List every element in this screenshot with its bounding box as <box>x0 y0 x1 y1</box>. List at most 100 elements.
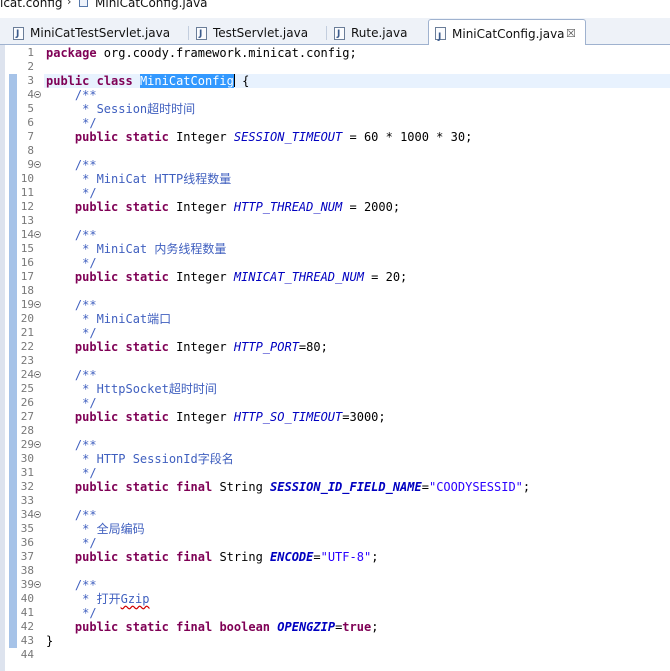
keyword: final <box>176 480 213 494</box>
code-line[interactable]: 42 public static final boolean OPENGZIP=… <box>0 620 670 634</box>
line-number: 39 <box>20 578 34 591</box>
code-line[interactable]: 40 * 打开Gzip <box>0 592 670 606</box>
code-line[interactable]: 38 <box>0 564 670 578</box>
code-line[interactable]: 36 */ <box>0 536 670 550</box>
code-line[interactable]: 23 <box>0 354 670 368</box>
code-line[interactable]: 18 <box>0 284 670 298</box>
code-line[interactable]: 19 /** <box>0 298 670 312</box>
code-line[interactable]: 31 */ <box>0 466 670 480</box>
code-line[interactable]: 14 /** <box>0 228 670 242</box>
line-number: 29 <box>20 438 34 451</box>
code-line[interactable]: 17 public static Integer MINICAT_THREAD_… <box>0 270 670 284</box>
code-line[interactable]: 9 /** <box>0 158 670 172</box>
code-line[interactable]: 34 /** <box>0 508 670 522</box>
keyword: public <box>46 74 90 88</box>
keyword: static <box>125 130 169 144</box>
line-number: 2 <box>27 60 34 73</box>
code-text: Integer <box>168 410 234 424</box>
fold-toggle-icon[interactable] <box>34 231 41 238</box>
code-line[interactable]: 16 */ <box>0 256 670 270</box>
code-line[interactable]: 1 package org.coody.framework.minicat.con… <box>0 46 670 60</box>
code-text: =80; <box>298 340 328 354</box>
line-number: 6 <box>27 116 34 129</box>
code-line[interactable]: 2 <box>0 60 670 74</box>
code-line[interactable]: 39 /** <box>0 578 670 592</box>
string-literal: "UTF-8" <box>320 550 372 564</box>
code-content: * HttpSocket超时时间 <box>46 382 217 396</box>
constant-name: OPENGZIP <box>277 620 336 634</box>
code-line[interactable]: 3 public class MiniCatConfig { <box>0 74 670 88</box>
code-line[interactable]: 25 * HttpSocket超时时间 <box>0 382 670 396</box>
code-line[interactable]: 8 <box>0 144 670 158</box>
code-line[interactable]: 12 public static Integer HTTP_THREAD_NUM… <box>0 200 670 214</box>
breadcrumb-file[interactable]: MiniCatConfig.java <box>95 0 208 10</box>
keyword: public <box>74 480 119 494</box>
code-line[interactable]: 33 <box>0 494 670 508</box>
code-line[interactable]: 13 <box>0 214 670 228</box>
tab-testservlet[interactable]: TestServlet.java <box>196 22 326 45</box>
code-line[interactable]: 24 /** <box>0 368 670 382</box>
breadcrumb-separator-icon: › <box>67 0 72 8</box>
code-line[interactable]: 20 * MiniCat端口 <box>0 312 670 326</box>
line-number: 7 <box>27 130 34 143</box>
code-line[interactable]: 32 public static final String SESSION_ID… <box>0 480 670 494</box>
code-line[interactable]: 41 */ <box>0 606 670 620</box>
line-number: 43 <box>20 634 34 647</box>
code-line[interactable]: 44 <box>0 648 670 662</box>
code-line[interactable]: 11 */ <box>0 186 670 200</box>
fold-toggle-icon[interactable] <box>34 511 41 518</box>
line-number: 20 <box>20 312 34 325</box>
code-line[interactable]: 26 */ <box>0 396 670 410</box>
comment: */ <box>74 536 97 550</box>
code-line[interactable]: 29 /** <box>0 438 670 452</box>
fold-toggle-icon[interactable] <box>34 441 41 448</box>
code-content: */ <box>46 256 96 270</box>
fold-toggle-icon[interactable] <box>34 581 41 588</box>
code-line[interactable]: 10 * MiniCat HTTP线程数量 <box>0 172 670 186</box>
code-content: public static Integer HTTP_SO_TIMEOUT=30… <box>46 410 386 424</box>
code-line[interactable]: 43} <box>0 634 670 648</box>
code-line[interactable]: 28 <box>0 424 670 438</box>
line-number: 21 <box>20 326 34 339</box>
code-line[interactable]: 15 * MiniCat 内务线程数量 <box>0 242 670 256</box>
close-tab-icon[interactable]: ☒ <box>566 20 576 48</box>
comment: /** <box>74 158 97 172</box>
code-line[interactable]: 35 * 全局编码 <box>0 522 670 536</box>
tab-rute[interactable]: Rute.java <box>334 22 424 45</box>
code-line[interactable]: 21 */ <box>0 326 670 340</box>
code-line[interactable]: 4 /** <box>0 88 670 102</box>
fold-toggle-icon[interactable] <box>34 371 41 378</box>
code-content: */ <box>46 326 96 340</box>
code-line[interactable]: 22 public static Integer HTTP_PORT=80; <box>0 340 670 354</box>
line-number: 30 <box>20 452 34 465</box>
fold-toggle-icon[interactable] <box>34 301 41 308</box>
line-number: 13 <box>20 214 34 227</box>
code-line[interactable]: 6 */ <box>0 116 670 130</box>
code-line[interactable]: 37 public static final String ENCODE="UT… <box>0 550 670 564</box>
fold-toggle-icon[interactable] <box>34 91 41 98</box>
breadcrumb-package[interactable]: icat.config <box>0 0 63 10</box>
code-content: public static final boolean OPENGZIP=tru… <box>46 620 379 634</box>
tab-minicattestservlet[interactable]: MiniCatTestServlet.java <box>13 22 183 45</box>
code-line[interactable]: 5 * Session超时时间 <box>0 102 670 116</box>
line-number: 11 <box>20 186 34 199</box>
code-text: ; <box>522 480 531 494</box>
code-line[interactable]: 7 public static Integer SESSION_TIMEOUT … <box>0 130 670 144</box>
tab-minicatconfig[interactable]: MiniCatConfig.java ☒ <box>428 19 586 51</box>
code-line[interactable]: 30 * HTTP SessionId字段名 <box>0 452 670 466</box>
code-editor[interactable]: 1 package org.coody.framework.minicat.con… <box>0 45 670 671</box>
fold-toggle-icon[interactable] <box>34 161 41 168</box>
keyword: public <box>74 550 119 564</box>
code-content: */ <box>46 186 96 200</box>
comment: * 全局编码 <box>74 522 145 536</box>
code-line[interactable]: 27 public static Integer HTTP_SO_TIMEOUT… <box>0 410 670 424</box>
selected-text: MiniCatConfig <box>139 74 234 88</box>
